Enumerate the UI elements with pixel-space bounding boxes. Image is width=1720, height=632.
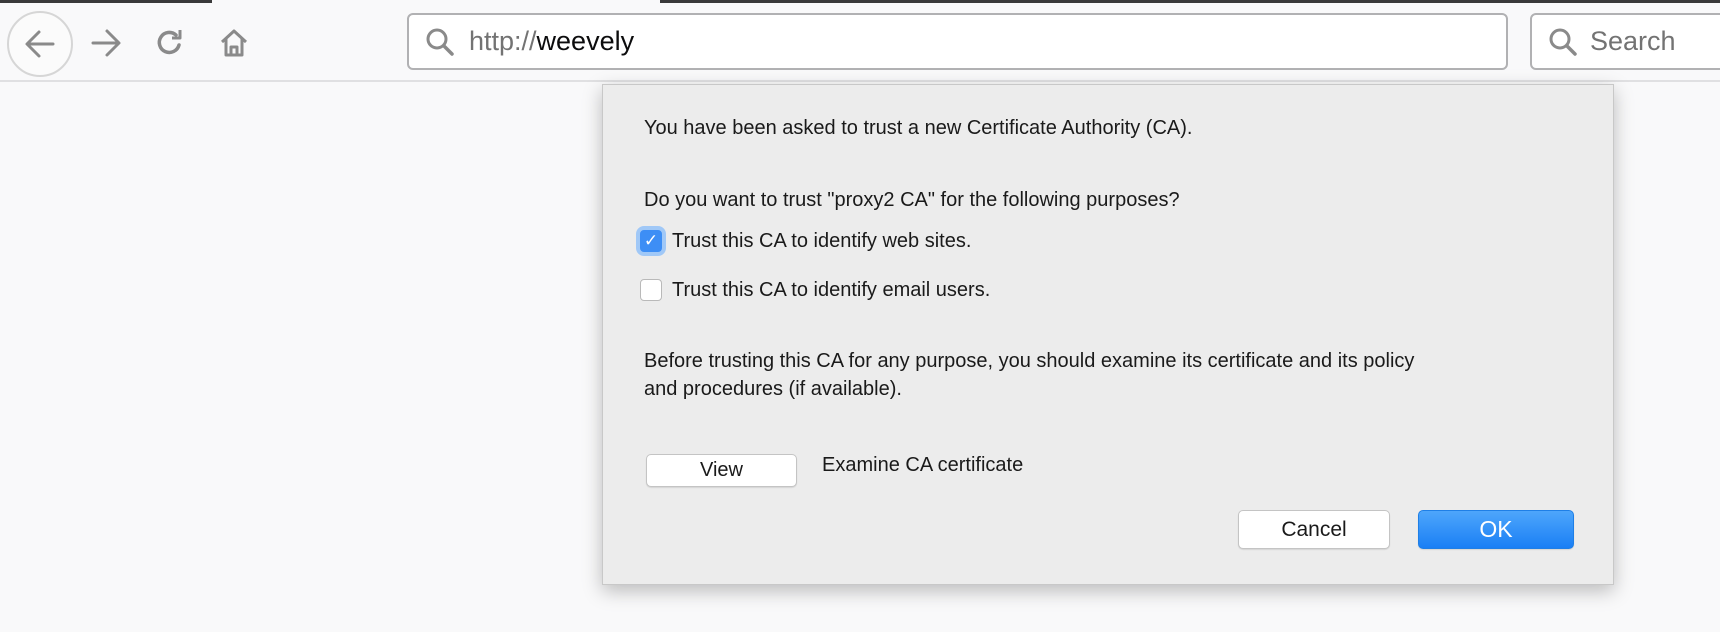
trust-ca-dialog: You have been asked to trust a new Certi… <box>602 84 1614 585</box>
trust-email-checkbox[interactable] <box>640 279 662 301</box>
arrow-left-icon <box>25 30 55 58</box>
dialog-intro: You have been asked to trust a new Certi… <box>644 117 1193 139</box>
back-button[interactable] <box>7 11 73 77</box>
search-icon <box>426 28 454 56</box>
dialog-question: Do you want to trust "proxy2 CA" for the… <box>644 189 1180 211</box>
ok-button[interactable]: OK <box>1418 510 1574 549</box>
cancel-button[interactable]: Cancel <box>1238 510 1390 549</box>
reload-icon <box>157 30 182 55</box>
view-button[interactable]: View <box>646 454 797 487</box>
view-description: Examine CA certificate <box>822 454 1024 476</box>
checkmark-icon: ✓ <box>643 231 659 250</box>
home-icon <box>220 29 248 57</box>
search-input[interactable]: Search <box>1530 13 1720 70</box>
dialog-advice-line1: Before trusting this CA for any purpose,… <box>644 350 1415 372</box>
search-icon <box>1549 28 1577 56</box>
dialog-advice-line2: and procedures (if available). <box>644 378 902 400</box>
arrow-right-icon <box>91 29 121 57</box>
url-bar[interactable]: http://weevely <box>407 13 1508 70</box>
trust-websites-checkbox[interactable]: ✓ <box>640 230 662 252</box>
trust-websites-label[interactable]: Trust this CA to identify web sites. <box>672 230 971 253</box>
trust-email-label[interactable]: Trust this CA to identify email users. <box>672 279 990 302</box>
forward-button[interactable] <box>88 25 124 61</box>
home-button[interactable] <box>216 25 252 61</box>
navigation-toolbar: http://weevely Search <box>0 3 1720 82</box>
search-placeholder: Search <box>1590 26 1676 56</box>
url-protocol: http:// <box>469 26 537 56</box>
reload-button[interactable] <box>152 25 188 61</box>
url-host: weevely <box>536 26 635 56</box>
